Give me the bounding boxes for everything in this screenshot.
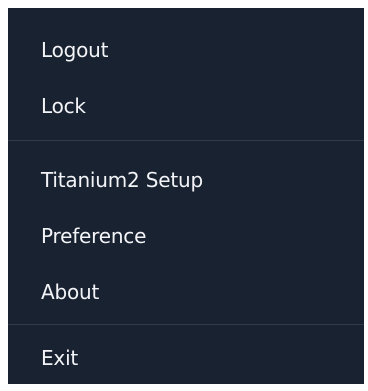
menu-divider (8, 140, 364, 141)
menu-item-about[interactable]: About (8, 268, 364, 316)
menu-divider (8, 324, 364, 325)
menu-item-preference[interactable]: Preference (8, 212, 364, 260)
menu-item-titanium2-setup[interactable]: Titanium2 Setup (8, 156, 364, 204)
menu-item-label: Lock (41, 94, 86, 118)
menu-item-label: Logout (41, 38, 109, 62)
menu-item-label: About (41, 280, 100, 304)
menu-item-logout[interactable]: Logout (8, 26, 364, 74)
menu-item-label: Exit (41, 346, 79, 370)
menu-item-label: Preference (41, 224, 147, 248)
menu-item-lock[interactable]: Lock (8, 82, 364, 130)
context-menu: Logout Lock Titanium2 Setup Preference A… (8, 8, 364, 384)
menu-item-label: Titanium2 Setup (41, 168, 203, 192)
menu-item-exit[interactable]: Exit (8, 334, 364, 382)
